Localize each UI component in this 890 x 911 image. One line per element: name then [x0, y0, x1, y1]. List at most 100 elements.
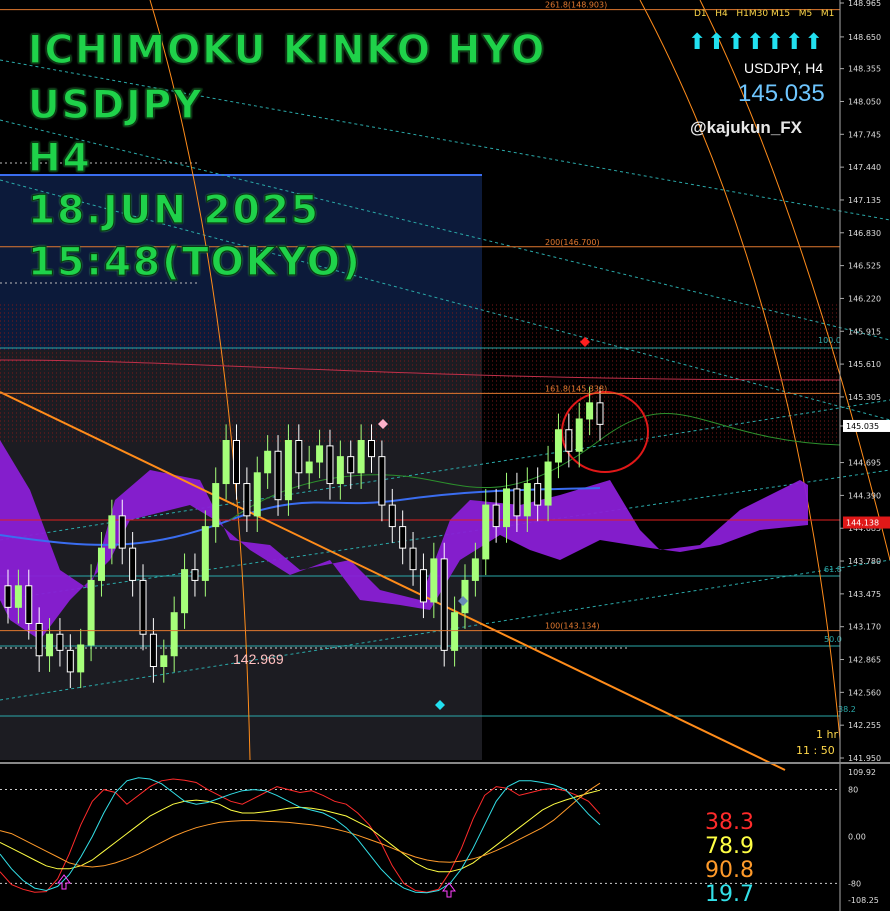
- tf-m5[interactable]: M5: [799, 9, 813, 19]
- fib-level-label: 200(146.700): [545, 238, 600, 247]
- tf-h4[interactable]: H4: [715, 9, 728, 19]
- candle-body: [222, 440, 230, 485]
- price-tick-label: 143.780: [848, 557, 881, 566]
- candle-body: [482, 504, 490, 560]
- price-tick-label: 148.965: [848, 0, 881, 8]
- candle-body: [451, 612, 459, 651]
- timeframe-row: D1 H4 H1M30 M15 M5 M1: [694, 9, 834, 19]
- candle-body: [440, 558, 448, 651]
- candle-body: [77, 644, 85, 673]
- trend-arrows-icon: ⬆⬆⬆⬆⬆⬆⬆: [688, 30, 825, 55]
- overlay-title-line3: H4: [27, 135, 92, 181]
- candle-body: [139, 579, 147, 635]
- candle-body: [347, 456, 355, 474]
- osc-value-red: 38.3: [705, 810, 754, 835]
- candle-body: [513, 488, 521, 517]
- candle-body: [336, 456, 344, 485]
- price-tick-label: 148.650: [848, 33, 881, 42]
- candle-body: [56, 633, 64, 651]
- price-tick-label: 148.050: [848, 97, 881, 106]
- tf-d1[interactable]: D1: [694, 9, 707, 19]
- candle-body: [534, 483, 542, 506]
- tf-m1[interactable]: M1: [821, 9, 835, 19]
- price-tick-label: 142.560: [848, 688, 881, 697]
- candle-body: [97, 547, 105, 581]
- tf-m15[interactable]: M15: [771, 9, 790, 19]
- candle-body: [378, 456, 386, 506]
- candle-body: [191, 569, 199, 581]
- candle-body: [201, 526, 209, 581]
- fan-label: 50.0: [824, 635, 842, 644]
- candle-body: [305, 461, 313, 474]
- fan-label: 38.2: [838, 705, 856, 714]
- candle-body: [596, 402, 604, 425]
- price-tick-label: 147.440: [848, 163, 881, 172]
- candle-body: [388, 504, 396, 528]
- candle-body: [160, 655, 168, 668]
- candle-body: [118, 515, 126, 549]
- candle-body: [409, 547, 417, 571]
- candle-body: [274, 450, 282, 501]
- candle-body: [243, 483, 251, 517]
- candle-body: [357, 440, 365, 474]
- timer-label: 1 hr: [816, 728, 838, 741]
- candle-body: [4, 585, 12, 608]
- candle-body: [586, 402, 594, 420]
- overlay-title-line5: 15:48(TOKYO): [27, 239, 362, 285]
- osc-value-cyan: 19.7: [705, 882, 754, 907]
- candle-body: [575, 418, 583, 452]
- overlay-title-line4: 18.JUN 2025: [27, 187, 321, 233]
- candle-body: [368, 440, 376, 458]
- price-tick-label: 146.525: [848, 262, 881, 271]
- price-tick-label: 142.255: [848, 721, 881, 730]
- current-price: 145.035: [738, 80, 825, 107]
- candle-body: [87, 579, 95, 646]
- candle-body: [108, 515, 116, 549]
- author-handle: @kajukun_FX: [690, 118, 802, 137]
- price-tick-label: 146.220: [848, 294, 881, 303]
- osc-tick-label: 80: [848, 786, 858, 795]
- osc-tick-label: 109.92: [848, 768, 876, 777]
- low-price-label: 142.969: [233, 651, 284, 667]
- candle-body: [284, 440, 292, 501]
- price-tick-label: 144.695: [848, 459, 881, 468]
- candle-body: [232, 440, 240, 485]
- osc-value-orange: 90.8: [705, 858, 754, 883]
- candle-body: [181, 569, 189, 614]
- candle-body: [14, 585, 22, 608]
- candle-body: [170, 612, 178, 657]
- candle-body: [264, 450, 272, 474]
- tf-h1[interactable]: H1: [736, 9, 749, 19]
- candle-body: [212, 483, 220, 528]
- candle-body: [46, 633, 54, 657]
- candle-body: [66, 649, 74, 673]
- osc-tick-label: -108.25: [848, 896, 879, 905]
- candle-body: [316, 445, 324, 463]
- price-tick-label: 145.305: [848, 393, 881, 402]
- price-tick-label: 143.170: [848, 623, 881, 632]
- current-price-tag-label: 145.035: [846, 422, 879, 431]
- price-tick-label: 145.610: [848, 360, 881, 369]
- candle-body: [129, 547, 137, 581]
- candle-body: [326, 445, 334, 485]
- osc-tick-label: -80: [848, 879, 861, 888]
- price-tick-label: 144.390: [848, 491, 881, 500]
- candle-body: [554, 429, 562, 463]
- candle-body: [503, 488, 511, 528]
- tf-m30[interactable]: M30: [749, 9, 768, 19]
- price-tick-label: 143.475: [848, 590, 881, 599]
- candle-body: [430, 558, 438, 603]
- price-tick-label: 141.950: [848, 754, 881, 763]
- osc-tick-label: 0.00: [848, 832, 866, 841]
- marked-level-tag-label: 144.138: [846, 519, 879, 528]
- symbol-timeframe: USDJPY, H4: [744, 60, 824, 76]
- candle-body: [544, 461, 552, 506]
- candle-body: [253, 472, 261, 517]
- candle-body: [471, 558, 479, 581]
- candle-body: [35, 622, 43, 657]
- candle-body: [149, 633, 157, 668]
- price-tick-label: 146.830: [848, 229, 881, 238]
- price-tick-label: 147.745: [848, 130, 881, 139]
- fib-level-label: 100(143.134): [545, 622, 600, 631]
- osc-value-yellow: 78.9: [705, 834, 754, 859]
